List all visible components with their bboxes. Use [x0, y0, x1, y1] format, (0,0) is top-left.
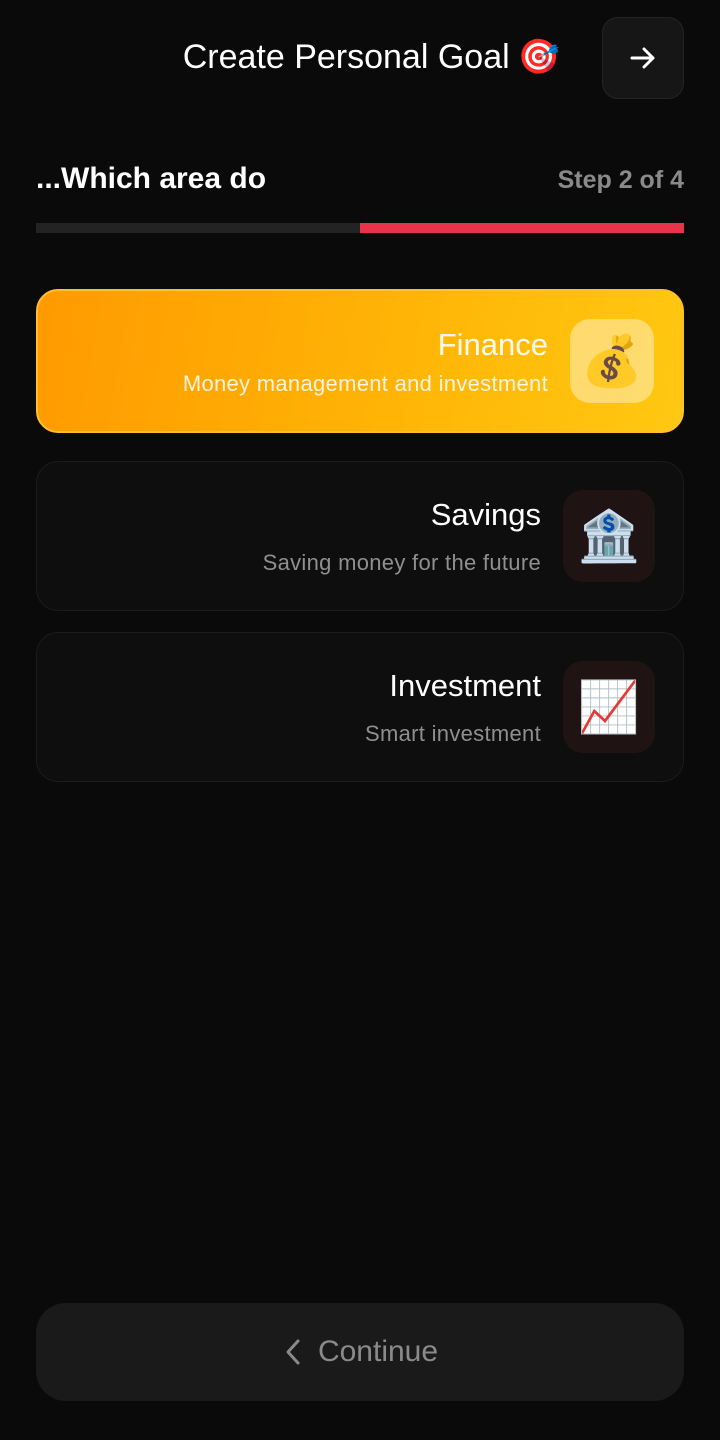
progress-bar — [36, 223, 684, 233]
page-title: Create Personal Goal 🎯 — [36, 34, 560, 80]
option-title: Finance — [437, 327, 548, 362]
bank-icon: 🏦 — [563, 490, 655, 582]
option-title: Investment — [389, 668, 541, 703]
step-indicator: Step 2 of 4 — [557, 166, 684, 194]
chevron-left-icon — [286, 1339, 300, 1365]
option-finance[interactable]: Finance Money management and investment … — [36, 289, 684, 433]
step-row: ...Which area do Step 2 of 4 — [36, 158, 684, 202]
target-icon: 🎯 — [517, 38, 560, 76]
chart-increasing-icon: 📈 — [563, 661, 655, 753]
arrow-right-icon — [630, 47, 655, 69]
page-title-text: Create Personal Goal — [182, 38, 510, 76]
progress-bar-fill — [360, 223, 684, 233]
step-question: ...Which area do — [36, 162, 267, 195]
option-investment[interactable]: Investment Smart investment 📈 — [36, 632, 684, 782]
option-description: Smart investment — [365, 721, 541, 746]
option-savings[interactable]: Savings Saving money for the future 🏦 — [36, 461, 684, 611]
option-description: Money management and investment — [182, 371, 548, 396]
continue-button[interactable]: Continue — [36, 1303, 684, 1401]
next-button[interactable] — [602, 17, 684, 99]
option-description: Saving money for the future — [262, 550, 541, 575]
header: Create Personal Goal 🎯 — [0, 0, 720, 116]
create-goal-screen: Create Personal Goal 🎯 ...Which area do S… — [0, 0, 720, 1440]
option-title: Savings — [430, 497, 541, 532]
money-bag-icon: 💰 — [570, 319, 654, 403]
continue-label: Continue — [317, 1335, 439, 1368]
